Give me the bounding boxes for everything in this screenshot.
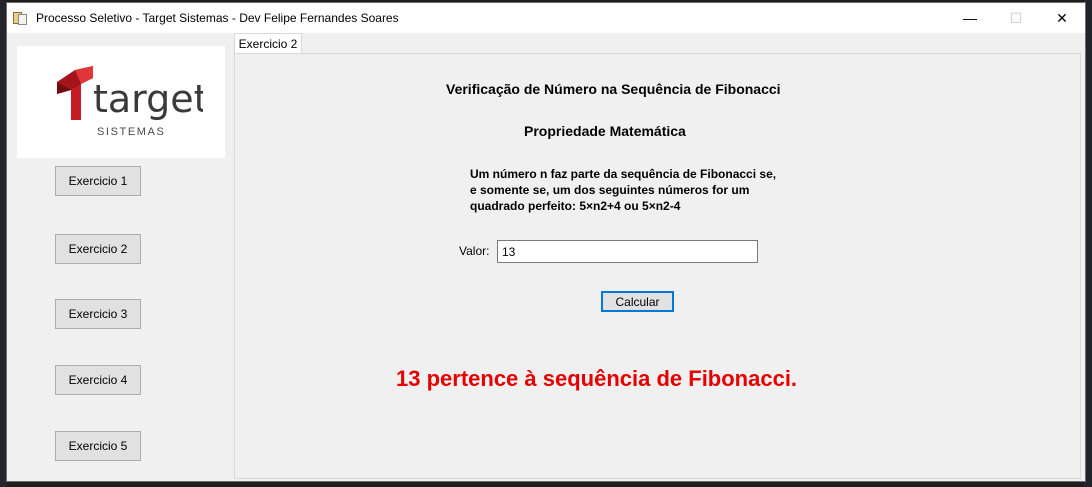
valor-input[interactable] bbox=[497, 240, 758, 263]
exercicio-1-button[interactable]: Exercicio 1 bbox=[55, 166, 141, 196]
window-controls: — ☐ ✕ bbox=[947, 3, 1085, 33]
maximize-button[interactable]: ☐ bbox=[993, 3, 1039, 33]
description-line: quadrado perfeito: 5×n2+4 ou 5×n2-4 bbox=[470, 199, 681, 213]
result-text: 13 pertence à sequência de Fibonacci. bbox=[396, 366, 798, 391]
exercicio-4-button[interactable]: Exercicio 4 bbox=[55, 365, 141, 395]
exercicio-2-button[interactable]: Exercicio 2 bbox=[55, 234, 141, 264]
logo-text: target bbox=[93, 77, 203, 121]
calcular-button[interactable]: Calcular bbox=[601, 291, 674, 312]
page-subtitle: Propriedade Matemática bbox=[524, 123, 686, 139]
tab-control: Exercicio 2 Verificação de Número na Seq… bbox=[233, 33, 1085, 481]
title-bar[interactable]: Processo Seletivo - Target Sistemas - De… bbox=[7, 3, 1085, 33]
close-button[interactable]: ✕ bbox=[1039, 3, 1085, 33]
sidebar: target SISTEMAS Exercicio 1 Exercicio 2 … bbox=[7, 33, 232, 481]
page-title: Verificação de Número na Sequência de Fi… bbox=[446, 81, 781, 97]
app-icon bbox=[13, 11, 27, 25]
description-line: e somente se, um dos seguintes números f… bbox=[470, 183, 750, 197]
tab-page: Verificação de Número na Sequência de Fi… bbox=[234, 53, 1081, 479]
target-logo-icon: target bbox=[57, 66, 203, 121]
description-line: Um número n faz parte da sequência de Fi… bbox=[470, 167, 777, 181]
valor-label: Valor: bbox=[459, 244, 490, 258]
description-text: Um número n faz parte da sequência de Fi… bbox=[470, 166, 776, 214]
exercicio-5-button[interactable]: Exercicio 5 bbox=[55, 431, 141, 461]
tab-exercicio-2[interactable]: Exercicio 2 bbox=[234, 33, 302, 54]
company-logo: target SISTEMAS bbox=[17, 46, 225, 158]
window-title: Processo Seletivo - Target Sistemas - De… bbox=[36, 11, 399, 25]
app-window: Processo Seletivo - Target Sistemas - De… bbox=[6, 2, 1086, 482]
logo-subtext: SISTEMAS bbox=[97, 126, 166, 138]
exercicio-3-button[interactable]: Exercicio 3 bbox=[55, 299, 141, 329]
minimize-button[interactable]: — bbox=[947, 3, 993, 33]
